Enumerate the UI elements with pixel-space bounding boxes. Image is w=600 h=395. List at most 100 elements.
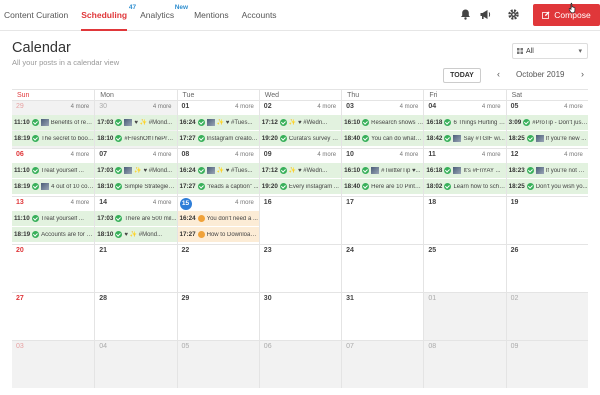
more-posts-link[interactable]: 4 more (235, 104, 254, 110)
scheduled-post[interactable]: 16:18 6 Things Hurting y... (424, 115, 506, 130)
day-cell[interactable]: 09 (505, 341, 588, 388)
scheduled-post[interactable]: 18:23 If you're not a ... (506, 163, 588, 178)
scheduled-post[interactable]: 19:20 Every instagram ... (259, 179, 342, 194)
scheduled-post[interactable]: 17:03 ✨ ♥ #Mond... (95, 163, 177, 178)
day-cell[interactable]: 07 (341, 341, 424, 388)
megaphone-icon[interactable] (479, 8, 492, 21)
day-cell[interactable]: 02 4 more 17:12 ✨ ♥ #Wedn... 19:20 Curata's s… (258, 101, 342, 148)
day-cell[interactable]: 06 (258, 341, 342, 388)
scheduled-post[interactable]: 17:12 ✨ ♥ #Wedn... (259, 163, 342, 178)
day-cell[interactable]: 21 (94, 245, 177, 292)
scheduled-post[interactable]: 11:10 Treat yourself ... (12, 163, 95, 178)
nav-content-curation[interactable]: Content Curation (4, 0, 68, 31)
nav-analytics[interactable]: Analytics New (140, 0, 188, 31)
more-posts-link[interactable]: 4 more (564, 104, 583, 110)
scheduled-post[interactable]: 18:19 The secret to boos... (12, 131, 95, 146)
scheduled-post[interactable]: 18:19 Accounts are for s... (12, 227, 95, 242)
scheduled-post[interactable]: 18:25 Don't you wish yo... (506, 179, 588, 194)
day-cell[interactable]: 01 4 more 16:24 ✨ ♥ #Tues... 17:27 Instagram … (176, 101, 259, 148)
nav-mentions[interactable]: Mentions (194, 0, 229, 31)
scheduled-post[interactable]: 16:24 You don't need a ... (177, 211, 259, 226)
day-cell[interactable]: 29 (176, 293, 259, 340)
scheduled-post[interactable]: 16:10 Research shows th... (342, 115, 424, 130)
scheduled-post[interactable]: 17:12 ✨ ♥ #Wedn... (259, 115, 342, 130)
scheduled-post[interactable]: 17:27 Instagram creator ... (177, 131, 259, 146)
scheduled-post[interactable]: 16:24 ✨ ♥ #Tues... (177, 163, 259, 178)
more-posts-link[interactable]: 4 more (235, 200, 254, 206)
day-cell[interactable]: 24 (341, 245, 424, 292)
day-cell[interactable]: 18 (423, 197, 506, 244)
more-posts-link[interactable]: 4 more (71, 152, 90, 158)
scheduled-post[interactable]: 17:03 ♥ ✨ #Mond... (95, 115, 177, 130)
scheduled-post[interactable]: 3:09 #ProTip - Don't just... (506, 115, 588, 130)
scheduled-post[interactable]: 11:10 Treat yourself ... (12, 211, 95, 226)
day-cell[interactable]: 29 4 more 11:10 Benefits of red... 18:19 The … (12, 101, 95, 148)
day-cell[interactable]: 03 4 more 16:10 Research shows th... 18:40 Yo… (341, 101, 424, 148)
day-cell[interactable]: 01 (423, 293, 506, 340)
compose-button[interactable]: Compose (533, 4, 600, 26)
scheduled-post[interactable]: 18:10 ♥ ✨ #Mond... (95, 227, 177, 242)
day-cell[interactable]: 31 (341, 293, 424, 340)
day-cell[interactable]: 08 (423, 341, 506, 388)
next-month-icon[interactable]: › (581, 69, 584, 79)
day-cell[interactable]: 10 4 more 16:10 #TwitterTip ♥... 18:40 Here a… (341, 149, 424, 196)
previous-month-icon[interactable]: ‹ (497, 69, 500, 79)
more-posts-link[interactable]: 4 more (400, 152, 419, 158)
scheduled-post[interactable]: 18:19 4 out of 10 consum... (12, 179, 95, 194)
day-cell[interactable]: 23 (258, 245, 342, 292)
day-cell[interactable]: 30 4 more 17:03 ♥ ✨ #Mond... 18:10 #FreshOffT… (94, 101, 177, 148)
day-cell[interactable]: 09 4 more 17:12 ✨ ♥ #Wedn... 19:20 Every inst… (258, 149, 342, 196)
more-posts-link[interactable]: 4 more (71, 104, 90, 110)
day-cell[interactable]: 04 4 more 16:18 6 Things Hurting y... 18:42 S… (423, 101, 506, 148)
day-cell[interactable]: 17 (341, 197, 424, 244)
day-cell[interactable]: 05 (176, 341, 259, 388)
day-cell[interactable]: 06 4 more 11:10 Treat yourself ... 18:19 4 ou… (12, 149, 95, 196)
more-posts-link[interactable]: 4 more (71, 200, 90, 206)
more-posts-link[interactable]: 4 more (153, 200, 172, 206)
day-cell[interactable]: 11 4 more 16:18 It's #FriYAY ... 18:02 Learn … (423, 149, 506, 196)
scheduled-post[interactable]: 17:27 "reads a caption" ... (177, 179, 259, 194)
nav-scheduling[interactable]: Scheduling 47 (81, 0, 136, 31)
scheduled-post[interactable]: 16:10 #TwitterTip ♥... (342, 163, 424, 178)
day-cell[interactable]: 30 (258, 293, 342, 340)
day-cell[interactable]: 03 (12, 341, 95, 388)
day-cell[interactable]: 12 4 more 18:23 If you're not a ... 18:25 Don… (505, 149, 588, 196)
scheduled-post[interactable]: 16:24 ✨ ♥ #Tues... (177, 115, 259, 130)
day-cell[interactable]: 28 (94, 293, 177, 340)
more-posts-link[interactable]: 4 more (153, 152, 172, 158)
day-cell[interactable]: 25 (423, 245, 506, 292)
scheduled-post[interactable]: 11:10 Benefits of red... (12, 115, 95, 130)
day-cell[interactable]: 05 4 more 3:09 #ProTip - Don't just... 18:25… (505, 101, 588, 148)
day-cell[interactable]: 15 4 more 16:24 You don't need a ... 17:27 Ho… (176, 197, 259, 244)
scheduled-post[interactable]: 18:10 #FreshOffThePres... (95, 131, 177, 146)
bell-icon[interactable] (459, 8, 472, 21)
scheduled-post[interactable]: 18:42 Say #TGIF wi... (424, 131, 506, 146)
more-posts-link[interactable]: 4 more (482, 152, 501, 158)
day-cell[interactable]: 02 (505, 293, 588, 340)
day-cell[interactable]: 20 (12, 245, 95, 292)
more-posts-link[interactable]: 4 more (235, 152, 254, 158)
scheduled-post[interactable]: 19:20 Curata's survey sa... (259, 131, 342, 146)
day-cell[interactable]: 04 (94, 341, 177, 388)
scheduled-post[interactable]: 18:40 Here are 10 Pinter... (342, 179, 424, 194)
gear-icon[interactable] (507, 8, 520, 21)
today-button[interactable]: TODAY (443, 68, 481, 83)
day-cell[interactable]: 16 (258, 197, 342, 244)
day-cell[interactable]: 22 (176, 245, 259, 292)
day-cell[interactable]: 08 4 more 16:24 ✨ ♥ #Tues... 17:27 "reads a c… (176, 149, 259, 196)
more-posts-link[interactable]: 4 more (317, 104, 336, 110)
more-posts-link[interactable]: 4 more (153, 104, 172, 110)
scheduled-post[interactable]: 18:02 Learn how to sche... (424, 179, 506, 194)
nav-accounts[interactable]: Accounts (242, 0, 277, 31)
more-posts-link[interactable]: 4 more (482, 104, 501, 110)
more-posts-link[interactable]: 4 more (317, 152, 336, 158)
scheduled-post[interactable]: 16:18 It's #FriYAY ... (424, 163, 506, 178)
scheduled-post[interactable]: 18:25 If you're new ... (506, 131, 588, 146)
day-cell[interactable]: 19 (505, 197, 588, 244)
more-posts-link[interactable]: 4 more (400, 104, 419, 110)
account-filter-select[interactable]: All ▾ (512, 43, 588, 59)
day-cell[interactable]: 27 (12, 293, 95, 340)
scheduled-post[interactable]: 17:03 There are 500 mil... (95, 211, 177, 226)
scheduled-post[interactable]: 17:27 How to Download ... (177, 227, 259, 242)
day-cell[interactable]: 13 4 more 11:10 Treat yourself ... 18:19 Acco… (12, 197, 95, 244)
